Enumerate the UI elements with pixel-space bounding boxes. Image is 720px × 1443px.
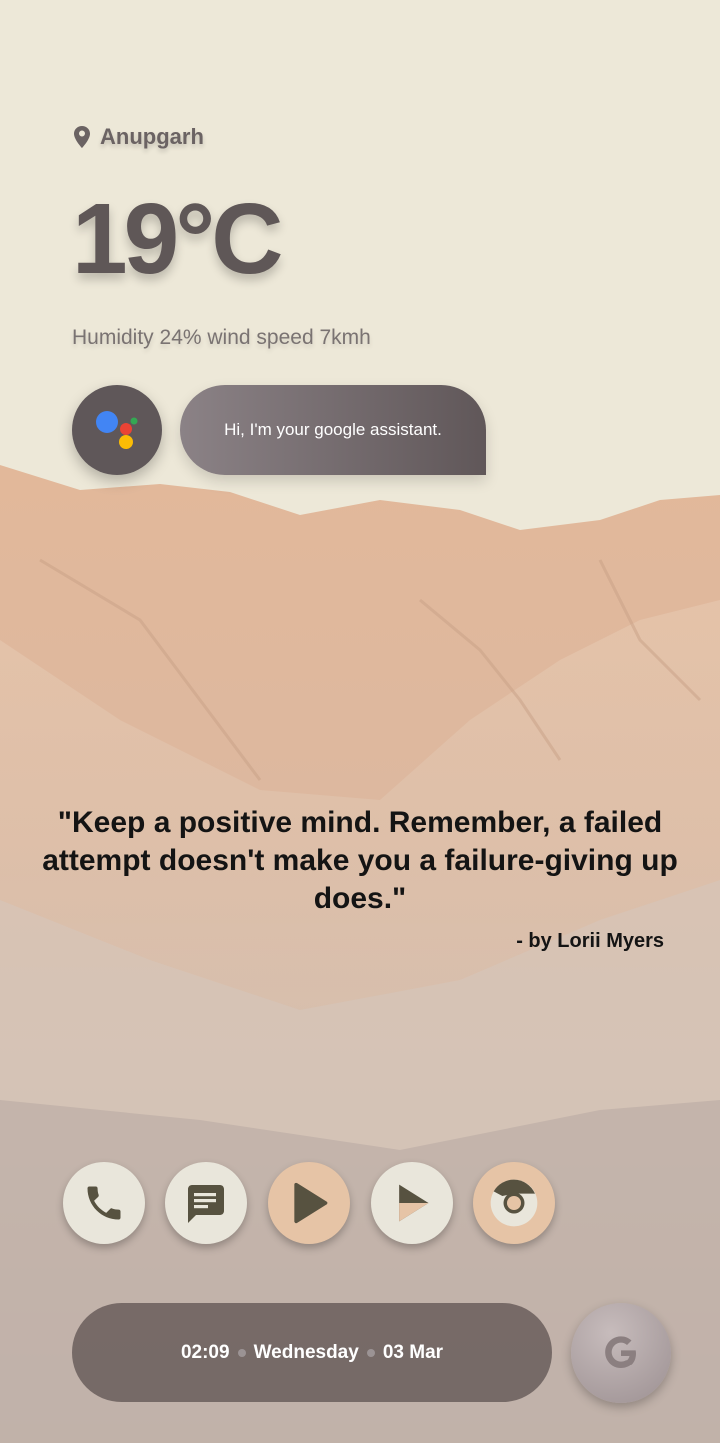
temperature: 19°C	[72, 183, 283, 295]
messages-icon	[188, 1185, 224, 1223]
phone-app-icon[interactable]	[63, 1162, 145, 1244]
assistant-greeting-text: Hi, I'm your google assistant.	[224, 420, 442, 439]
date-text: 03 Mar	[382, 1341, 444, 1363]
phone-icon	[87, 1186, 121, 1220]
google-assistant-icon	[96, 411, 138, 449]
google-icon	[605, 1336, 636, 1368]
chrome-app-icon[interactable]	[473, 1162, 555, 1244]
location-pin-icon	[74, 126, 90, 148]
date-time-bar[interactable]: 02:09 Wednesday 03 Mar	[72, 1303, 552, 1402]
quote-author: - by Lorii Myers	[516, 930, 664, 952]
quote-text: "Keep a positive mind. Remember, a faile…	[42, 806, 678, 915]
day-text: Wednesday	[253, 1341, 359, 1363]
play-store-icon	[399, 1184, 429, 1222]
location: Anupgarh	[74, 124, 204, 150]
separator-dot	[237, 1348, 246, 1357]
assistant-greeting-bubble[interactable]: Hi, I'm your google assistant.	[180, 385, 486, 475]
time-text: 02:09	[180, 1341, 230, 1363]
chrome-icon	[490, 1179, 538, 1227]
location-name: Anupgarh	[100, 124, 204, 149]
separator-dot	[366, 1348, 375, 1357]
google-assistant-button[interactable]	[72, 385, 162, 475]
weather-details: Humidity 24% wind speed 7kmh	[72, 326, 371, 349]
play-app-icon[interactable]	[268, 1162, 350, 1244]
messages-app-icon[interactable]	[165, 1162, 247, 1244]
google-search-button[interactable]	[571, 1303, 671, 1403]
play-icon	[294, 1182, 328, 1224]
play-store-app-icon[interactable]	[371, 1162, 453, 1244]
